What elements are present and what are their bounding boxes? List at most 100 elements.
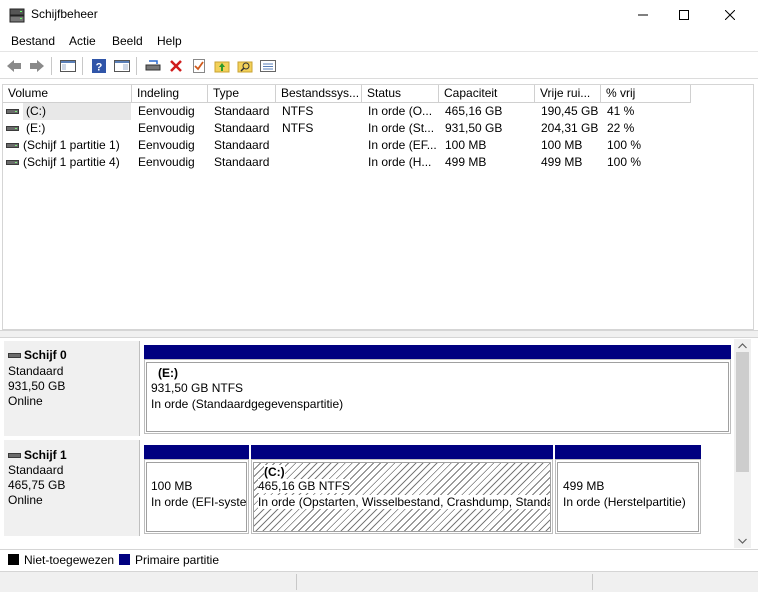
primary-partition-bar: [251, 445, 553, 459]
delete-icon[interactable]: [167, 57, 185, 75]
cell-capacity: 931,50 GB: [445, 121, 503, 135]
disk-0-type: Standaard: [8, 364, 64, 378]
column-header-capaciteit[interactable]: Capaciteit: [439, 85, 535, 103]
forward-arrow-icon[interactable]: [28, 57, 46, 75]
partition-size: 931,50 GB NTFS: [151, 381, 244, 395]
volume-name: (Schijf 1 partitie 1): [23, 138, 120, 152]
show-hide-icon[interactable]: [113, 57, 131, 75]
disk-0-state: Online: [8, 394, 43, 408]
menu-actie[interactable]: Actie: [69, 34, 96, 48]
toolbar-separator: [82, 57, 83, 75]
cell-free-space: 190,45 GB: [541, 104, 599, 118]
folder-up-icon[interactable]: [213, 57, 231, 75]
drive-icon: [6, 109, 19, 114]
cell-capacity: 465,16 GB: [445, 104, 503, 118]
disk-1-type: Standaard: [8, 463, 64, 477]
column-header-status[interactable]: Status: [362, 85, 439, 103]
table-row[interactable]: (E:) Eenvoudig Standaard NTFS In orde (S…: [3, 120, 693, 137]
partition-size: 465,16 GB NTFS: [258, 479, 351, 493]
minimize-button[interactable]: [620, 0, 666, 30]
disk-1-size: 465,75 GB: [8, 478, 66, 492]
disk-0-name: Schijf 0: [8, 348, 67, 362]
toolbar-separator: [136, 57, 137, 75]
window-title: Schijfbeheer: [31, 7, 98, 21]
back-arrow-icon[interactable]: [5, 57, 23, 75]
drive-icon: [8, 452, 21, 458]
help-icon[interactable]: ?: [90, 57, 108, 75]
menu-bestand[interactable]: Bestand: [11, 34, 55, 48]
maximize-button[interactable]: [661, 0, 707, 30]
partition-size: 100 MB: [151, 479, 193, 493]
partition-status: In orde (Herstelpartitie): [563, 495, 686, 509]
column-header-type[interactable]: Type: [208, 85, 276, 103]
cell-indeling: Eenvoudig: [138, 138, 195, 152]
partition-status: In orde (EFI-syste: [151, 495, 247, 509]
maximize-icon: [679, 10, 689, 20]
partition-recovery[interactable]: 499 MB In orde (Herstelpartitie): [555, 445, 701, 534]
partition-efi[interactable]: 100 MB In orde (EFI-syste: [144, 445, 249, 534]
cell-filesystem: NTFS: [282, 121, 314, 135]
svg-text:?: ?: [96, 62, 103, 74]
primary-partition-bar: [144, 445, 249, 459]
partition-label: (E:): [158, 366, 178, 380]
drive-icon: [8, 352, 21, 358]
close-icon: [725, 10, 735, 20]
disk-1-title: Schijf 1: [24, 448, 67, 462]
cell-pct-free: 22 %: [607, 121, 635, 135]
partition-selected-hatch: (C:) 465,16 GB NTFS In orde (Opstarten, …: [253, 462, 551, 532]
folder-search-icon[interactable]: [236, 57, 254, 75]
column-header-vrije-ruimte[interactable]: Vrije rui...: [535, 85, 601, 103]
scroll-up-icon[interactable]: [736, 341, 749, 351]
column-header-volume[interactable]: Volume: [3, 85, 132, 103]
cell-status: In orde (O...: [368, 104, 433, 118]
pane-splitter[interactable]: [0, 330, 758, 338]
cell-indeling: Eenvoudig: [138, 104, 195, 118]
primary-partition-swatch: [119, 554, 130, 565]
menu-beeld[interactable]: Beeld: [112, 34, 143, 48]
partition-label: (C:): [264, 465, 285, 479]
cell-free-space: 204,31 GB: [541, 121, 599, 135]
table-row[interactable]: (Schijf 1 partitie 1) Eenvoudig Standaar…: [3, 137, 693, 154]
menu-help[interactable]: Help: [157, 34, 182, 48]
partition-status: In orde (Standaardgegevenspartitie): [151, 397, 344, 411]
cell-status: In orde (EF...: [368, 138, 437, 152]
legend-primary-partition: Primaire partitie: [135, 553, 220, 567]
connect-drive-icon[interactable]: [144, 57, 162, 75]
console-tree-icon[interactable]: [59, 57, 77, 75]
cell-type: Standaard: [214, 138, 270, 152]
cell-indeling: Eenvoudig: [138, 121, 195, 135]
drive-icon: [6, 126, 19, 131]
disk-1-state: Online: [8, 493, 43, 507]
cell-filesystem: NTFS: [282, 104, 314, 118]
scroll-down-icon[interactable]: [736, 536, 749, 546]
drive-icon: [6, 143, 19, 148]
table-row[interactable]: (C:) Eenvoudig Standaard NTFS In orde (O…: [3, 103, 693, 120]
partition-e[interactable]: (E:) 931,50 GB NTFS In orde (Standaardge…: [144, 345, 731, 434]
disk-1-name: Schijf 1: [8, 448, 67, 462]
close-button[interactable]: [707, 0, 753, 30]
column-header-pct-vrij[interactable]: % vrij: [601, 85, 691, 103]
partition-c[interactable]: (C:) 465,16 GB NTFS In orde (Opstarten, …: [251, 445, 553, 534]
disk-0-title: Schijf 0: [24, 348, 67, 362]
cell-free-space: 499 MB: [541, 155, 583, 169]
cell-capacity: 100 MB: [445, 138, 487, 152]
volume-name: (Schijf 1 partitie 4): [23, 155, 120, 169]
cell-free-space: 100 MB: [541, 138, 583, 152]
cell-type: Standaard: [214, 155, 270, 169]
partition-size: 499 MB: [563, 479, 605, 493]
scrollbar-thumb[interactable]: [736, 352, 749, 472]
table-row[interactable]: (Schijf 1 partitie 4) Eenvoudig Standaar…: [3, 154, 693, 171]
cell-type: Standaard: [214, 121, 270, 135]
cell-indeling: Eenvoudig: [138, 155, 195, 169]
list-view-icon[interactable]: [259, 57, 277, 75]
column-header-bestandssysteem[interactable]: Bestandssys...: [276, 85, 362, 103]
cell-pct-free: 100 %: [607, 138, 642, 152]
toolbar-separator: [51, 57, 52, 75]
cell-pct-free: 100 %: [607, 155, 642, 169]
primary-partition-bar: [555, 445, 701, 459]
volume-name: (C:): [23, 103, 131, 120]
status-bar: [0, 571, 758, 592]
column-header-indeling[interactable]: Indeling: [132, 85, 208, 103]
minimize-icon: [638, 14, 648, 16]
properties-icon[interactable]: [190, 57, 208, 75]
